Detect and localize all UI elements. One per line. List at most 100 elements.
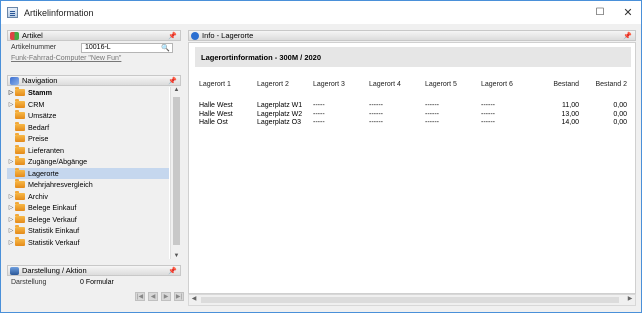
- pin-icon[interactable]: 📌: [623, 32, 632, 40]
- scrollbar-thumb[interactable]: [173, 97, 180, 245]
- column-header[interactable]: Lagerort 3: [313, 81, 345, 88]
- expand-arrow-icon[interactable]: ▷: [7, 239, 15, 246]
- table-cell: ------: [425, 102, 439, 109]
- table-row[interactable]: Halle Ost Lagerplatz O3 ----- ------ ------ -…: [195, 119, 631, 128]
- expand-arrow-icon[interactable]: ▷: [7, 89, 15, 96]
- column-header[interactable]: Lagerort 2: [257, 81, 289, 88]
- table-cell: Lagerplatz W2: [257, 110, 303, 118]
- folder-icon: [15, 121, 25, 131]
- monitor-icon: [10, 266, 19, 275]
- table-cell: -----: [313, 110, 325, 118]
- column-header[interactable]: Bestand 2: [587, 81, 627, 88]
- folder-icon: [15, 98, 25, 108]
- pin-icon[interactable]: 📌: [168, 32, 177, 40]
- app-icon: [7, 7, 18, 18]
- artikelnummer-row: Artikelnummer 10016-L 🔍: [7, 42, 181, 53]
- previous-record-icon[interactable]: ◀: [148, 292, 158, 301]
- folder-icon: [15, 167, 25, 177]
- scroll-up-arrow-icon[interactable]: ▲: [171, 87, 182, 93]
- navigation-list: ▷ Stamm ▷ CRM Umsätze Bedarf Preise Lieferanten…: [7, 87, 169, 259]
- nav-item-label: Mehrjahresvergleich: [28, 180, 93, 190]
- info-pane: Info - Lagerorte 📌 Lagerortinformation -…: [188, 30, 636, 306]
- nav-item-label: Stamm: [28, 88, 52, 98]
- nav-item-archiv[interactable]: ▷ Archiv: [7, 190, 169, 203]
- column-header[interactable]: Lagerort 5: [425, 81, 457, 88]
- artikelnummer-value: 10016-L: [85, 44, 111, 51]
- scroll-down-arrow-icon[interactable]: ▼: [171, 253, 182, 259]
- folder-icon: [15, 236, 25, 246]
- expand-arrow-icon[interactable]: ▷: [7, 158, 15, 165]
- article-description: Funk-Fahrrad-Computer "New Fun": [11, 55, 122, 62]
- table-cell: 13,00: [561, 110, 579, 118]
- table-cell: ------: [481, 110, 495, 118]
- expand-arrow-icon[interactable]: ▷: [7, 101, 15, 108]
- darstellung-field[interactable]: 0 Formular: [77, 278, 169, 288]
- nav-item-label: Lieferanten: [28, 145, 64, 155]
- nav-item-belege-verkauf[interactable]: ▷ Belege Verkauf: [7, 213, 169, 226]
- nav-item-label: Statistik Einkauf: [28, 226, 80, 236]
- column-header[interactable]: Lagerort 1: [199, 81, 231, 88]
- table-cell: 11,00: [562, 102, 579, 109]
- info-content: Lagerortinformation - 300M / 2020 Lagero…: [188, 42, 636, 294]
- artikel-header-label: Artikel: [22, 31, 43, 40]
- record-pager: |◀ ◀ ▶ ▶|: [135, 292, 184, 301]
- nav-item-statistik-einkauf[interactable]: ▷ Statistik Einkauf: [7, 225, 169, 237]
- navigation-tree: ▷ Stamm ▷ CRM Umsätze Bedarf Preise Lieferanten…: [7, 87, 181, 259]
- next-record-icon[interactable]: ▶: [161, 292, 171, 301]
- window-title: Artikelinformation: [24, 7, 94, 18]
- search-icon[interactable]: 🔍: [161, 44, 170, 52]
- nav-item-statistik-verkauf[interactable]: ▷ Statistik Verkauf: [7, 236, 169, 249]
- navigation-icon: [10, 76, 19, 85]
- lagerort-title: Lagerortinformation - 300M / 2020: [195, 47, 631, 67]
- expand-arrow-icon[interactable]: ▷: [7, 216, 15, 223]
- table-cell: ------: [369, 119, 383, 126]
- table-cell: Lagerplatz O3: [257, 119, 301, 126]
- nav-item-lieferanten[interactable]: Lieferanten: [7, 144, 169, 157]
- nav-item-label: Zugänge/Abgänge: [28, 157, 88, 167]
- nav-item-preise[interactable]: Preise: [7, 133, 169, 145]
- folder-icon: [15, 110, 25, 120]
- table-cell: Halle West: [199, 102, 233, 109]
- expand-arrow-icon[interactable]: ▷: [7, 227, 15, 234]
- navigation-scrollbar[interactable]: ▲ ▼: [170, 87, 181, 259]
- nav-item-lagerorte[interactable]: Lagerorte: [7, 167, 169, 179]
- artikelnummer-label: Artikelnummer: [11, 44, 57, 51]
- darstellung-value: 0 Formular: [80, 279, 114, 286]
- expand-arrow-icon[interactable]: ▷: [7, 204, 15, 211]
- nav-item-belege-einkauf[interactable]: ▷ Belege Einkauf: [7, 202, 169, 214]
- first-record-icon[interactable]: |◀: [135, 292, 145, 301]
- last-record-icon[interactable]: ▶|: [174, 292, 184, 301]
- pin-icon[interactable]: 📌: [168, 77, 177, 85]
- folder-icon: [15, 87, 25, 97]
- nav-item-stamm[interactable]: ▷ Stamm: [7, 87, 169, 99]
- nav-item-label: Umsätze: [28, 111, 57, 121]
- artikel-panel-header: Artikel 📌: [7, 30, 181, 41]
- folder-icon: [15, 213, 25, 223]
- nav-item-crm[interactable]: ▷ CRM: [7, 98, 169, 111]
- darstellung-row: Darstellung 0 Formular: [7, 277, 181, 288]
- table-cell: ------: [369, 102, 383, 109]
- nav-item-umsätze[interactable]: Umsätze: [7, 110, 169, 122]
- nav-item-bedarf[interactable]: Bedarf: [7, 121, 169, 134]
- scroll-left-arrow-icon[interactable]: ◀: [189, 295, 199, 302]
- column-header[interactable]: Bestand: [539, 81, 579, 88]
- nav-item-zugänge-abgänge[interactable]: ▷ Zugänge/Abgänge: [7, 156, 169, 168]
- close-button[interactable]: ✕: [621, 5, 635, 19]
- table-cell: ------: [369, 110, 383, 118]
- nav-item-mehrjahresvergleich[interactable]: Mehrjahresvergleich: [7, 179, 169, 191]
- folder-icon: [15, 190, 25, 200]
- table-cell: ------: [425, 110, 439, 118]
- column-header[interactable]: Lagerort 6: [481, 81, 513, 88]
- pin-icon[interactable]: 📌: [168, 267, 177, 275]
- horizontal-scrollbar-thumb[interactable]: [201, 297, 619, 303]
- column-header[interactable]: Lagerort 4: [369, 81, 401, 88]
- scroll-right-arrow-icon[interactable]: ▶: [625, 295, 635, 302]
- expand-arrow-icon[interactable]: ▷: [7, 193, 15, 200]
- folder-icon: [15, 202, 25, 212]
- artikelnummer-field[interactable]: 10016-L 🔍: [81, 42, 173, 53]
- nav-item-label: Bedarf: [28, 122, 50, 132]
- maximize-button[interactable]: ☐: [593, 5, 607, 19]
- nav-item-label: Preise: [28, 134, 49, 144]
- horizontal-scrollbar[interactable]: ◀ ▶: [188, 294, 636, 306]
- table-cell: ------: [425, 119, 439, 126]
